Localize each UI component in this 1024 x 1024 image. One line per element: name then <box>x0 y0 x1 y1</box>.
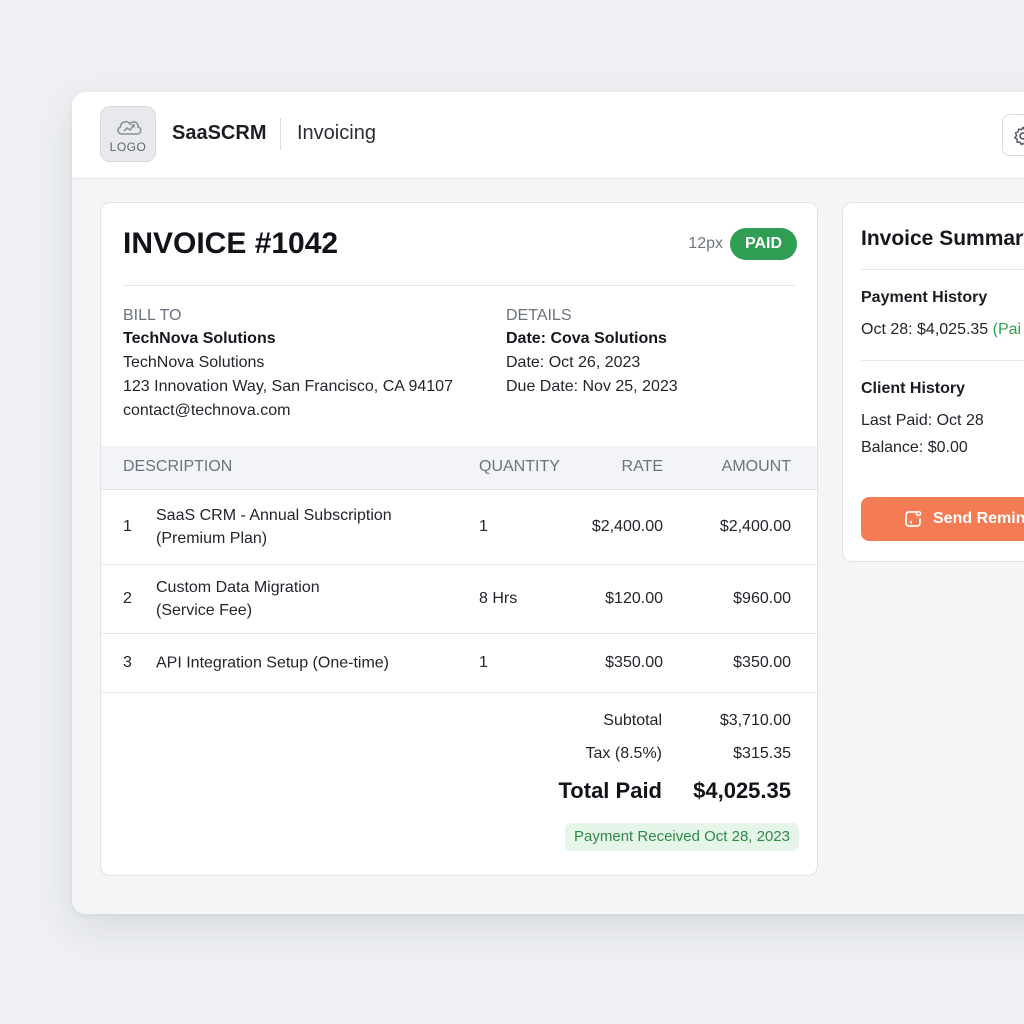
last-paid: Last Paid: Oct 28 <box>861 412 984 429</box>
item-quantity: 1 <box>479 518 488 535</box>
title-divider <box>123 285 795 286</box>
item-description-line: (Service Fee) <box>156 602 253 619</box>
item-description: SaaS CRM - Annual Subscription (Premium … <box>156 504 456 550</box>
client-email: contact@technova.com <box>123 402 291 419</box>
bell-icon <box>905 510 922 527</box>
total-value: $4,025.35 <box>693 778 791 803</box>
section-title: Invoicing <box>297 122 376 144</box>
tax-row: Tax (8.5%) $315.35 <box>101 745 817 771</box>
tax-value: $315.35 <box>733 745 791 762</box>
invoice-summary-card: Invoice Summary Payment History Oct 28: … <box>842 202 1024 562</box>
item-number: 1 <box>123 518 132 535</box>
items-table-header: DESCRIPTION QUANTITY RATE AMOUNT <box>101 446 817 490</box>
send-reminder-label: Send Remin <box>933 510 1024 527</box>
invoice-card: INVOICE #1042 12px PAID BILL TO TechNova… <box>100 202 818 876</box>
app-window: LOGO SaaSCRM Invoicing INVOICE #1042 12p… <box>72 92 1024 914</box>
client-history-title: Client History <box>861 380 966 397</box>
item-number: 3 <box>123 654 132 671</box>
item-rate: $2,400.00 <box>591 518 663 535</box>
payment-received-badge: Payment Received Oct 28, 2023 <box>565 823 799 851</box>
balance: Balance: $0.00 <box>861 439 968 456</box>
item-amount: $2,400.00 <box>719 518 791 535</box>
summary-divider <box>861 269 1024 270</box>
client-company: TechNova Solutions <box>123 354 265 371</box>
payment-history-title: Payment History <box>861 289 988 306</box>
column-header-rate: RATE <box>621 458 663 475</box>
total-label: Total Paid <box>558 778 663 803</box>
details-label: DETAILS <box>506 307 572 324</box>
details-section: DETAILS Date: Cova Solutions Date: Oct 2… <box>506 305 796 399</box>
item-description-line: (Premium Plan) <box>156 530 268 547</box>
column-header-quantity: QUANTITY <box>479 458 560 475</box>
details-line-1: Date: Cova Solutions <box>506 330 667 347</box>
item-description: Custom Data Migration (Service Fee) <box>156 576 456 622</box>
total-row: Total Paid $4,025.35 <box>101 778 817 804</box>
due-date: Due Date: Nov 25, 2023 <box>506 378 678 395</box>
table-row: 1 SaaS CRM - Annual Subscription (Premiu… <box>101 490 817 565</box>
status-badge: PAID <box>729 228 797 260</box>
item-quantity: 1 <box>479 654 488 671</box>
size-note: 12px <box>688 235 723 252</box>
column-header-description: DESCRIPTION <box>123 458 233 475</box>
item-quantity: 8 Hrs <box>479 590 518 607</box>
payment-history-text: Oct 28: $4,025.35 <box>861 321 993 338</box>
column-header-amount: AMOUNT <box>721 458 791 475</box>
bill-to-section: BILL TO TechNova Solutions TechNova Solu… <box>123 305 493 423</box>
bill-to-label: BILL TO <box>123 307 182 324</box>
top-bar: LOGO SaaSCRM Invoicing <box>72 92 1024 179</box>
send-reminder-button[interactable]: Send Remin <box>861 497 1024 541</box>
payment-history-entry: Oct 28: $4,025.35 (Pai <box>861 321 1021 339</box>
subtotal-row: Subtotal $3,710.00 <box>101 712 817 738</box>
summary-divider <box>861 360 1024 361</box>
invoice-date: Date: Oct 26, 2023 <box>506 354 641 371</box>
tax-label: Tax (8.5%) <box>585 745 662 762</box>
item-description-line: API Integration Setup (One-time) <box>156 654 389 672</box>
logo-text: LOGO <box>109 140 147 154</box>
summary-title: Invoice Summary <box>861 227 1024 250</box>
subtotal-label: Subtotal <box>603 712 662 729</box>
brand-name: SaaSCRM <box>172 122 267 144</box>
item-amount: $960.00 <box>733 590 791 607</box>
client-address: 123 Innovation Way, San Francisco, CA 94… <box>123 378 453 395</box>
logo[interactable]: LOGO <box>100 106 156 162</box>
cloud-chart-icon <box>117 120 142 135</box>
invoice-title: INVOICE #1042 <box>123 227 339 260</box>
item-description: API Integration Setup (One-time) <box>156 652 456 675</box>
item-number: 2 <box>123 590 132 607</box>
payment-paid-tag: (Pai <box>992 321 1022 338</box>
topbar-divider <box>280 118 281 150</box>
item-description-line: SaaS CRM - Annual Subscription <box>156 507 392 524</box>
gear-icon <box>1014 126 1024 146</box>
table-row: 3 API Integration Setup (One-time) 1 $35… <box>101 634 817 693</box>
item-rate: $120.00 <box>605 590 663 607</box>
client-name: TechNova Solutions <box>123 330 276 347</box>
item-rate: $350.00 <box>605 654 663 671</box>
item-amount: $350.00 <box>733 654 791 671</box>
subtotal-value: $3,710.00 <box>719 712 791 729</box>
table-row: 2 Custom Data Migration (Service Fee) 8 … <box>101 565 817 634</box>
settings-button[interactable] <box>1002 114 1024 156</box>
item-description-line: Custom Data Migration <box>156 579 320 596</box>
